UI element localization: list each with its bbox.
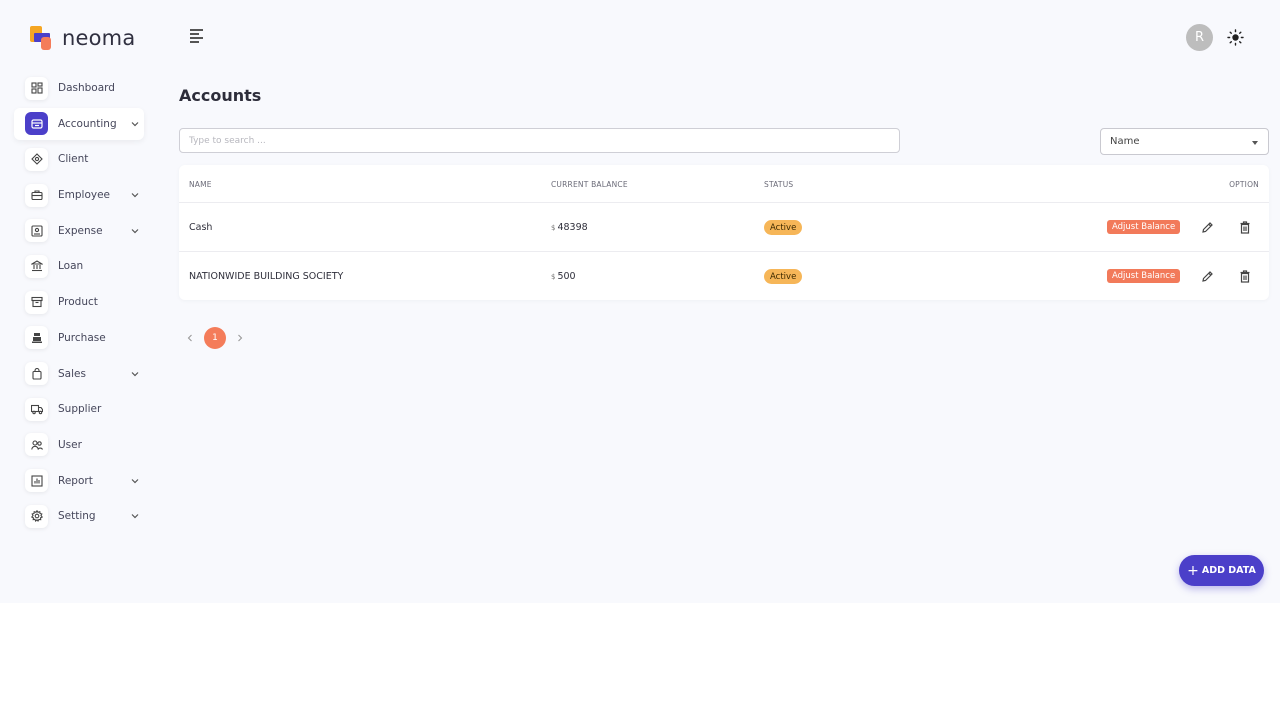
brand-logo[interactable]: neoma — [28, 25, 135, 51]
sidebar-item-purchase[interactable]: Purchase — [14, 322, 144, 354]
chevron-right-icon[interactable] — [229, 327, 251, 349]
trash-icon[interactable] — [1237, 268, 1253, 284]
adjust-balance-button[interactable]: Adjust Balance — [1107, 220, 1181, 234]
add-data-button[interactable]: + ADD DATA — [1179, 555, 1264, 586]
account-balance: $48398 — [551, 222, 588, 233]
sidebar-item-label: Purchase — [58, 331, 106, 344]
app-shell: neoma R Dashboard Accounting Client Empl… — [0, 0, 1280, 603]
menu-toggle-icon[interactable] — [190, 29, 208, 45]
logo-icon — [28, 25, 54, 51]
accounts-table: NAME CURRENT BALANCE STATUS OPTION Cash … — [179, 165, 1269, 300]
edit-icon[interactable] — [1199, 268, 1215, 284]
column-header-option: OPTION — [1229, 180, 1259, 189]
search-input[interactable] — [179, 128, 900, 153]
column-header-name: NAME — [189, 180, 212, 189]
sidebar-item-label: Product — [58, 296, 98, 309]
caret-down-icon — [1252, 141, 1258, 145]
register-icon — [25, 326, 48, 350]
users-icon — [25, 433, 48, 457]
sidebar-item-user[interactable]: User — [14, 429, 144, 461]
table-row[interactable]: NATIONWIDE BUILDING SOCIETY $500 Active … — [179, 251, 1269, 300]
sidebar-item-dashboard[interactable]: Dashboard — [14, 72, 144, 104]
chevron-down-icon — [131, 228, 139, 234]
sidebar-item-label: Setting — [58, 510, 96, 523]
column-header-balance: CURRENT BALANCE — [551, 180, 628, 189]
account-name: NATIONWIDE BUILDING SOCIETY — [189, 271, 344, 282]
bank-icon — [25, 254, 48, 278]
sidebar-item-label: Report — [58, 474, 93, 487]
truck-icon — [25, 397, 48, 421]
sort-select-value: Name — [1110, 136, 1140, 147]
status-badge: Active — [764, 269, 803, 284]
trash-icon[interactable] — [1237, 219, 1253, 235]
sidebar-item-label: Accounting — [58, 117, 117, 130]
edit-icon[interactable] — [1199, 219, 1215, 235]
sidebar-item-expense[interactable]: Expense — [14, 215, 144, 247]
client-icon — [25, 147, 48, 171]
sidebar-item-sales[interactable]: Sales — [14, 358, 144, 390]
briefcase-icon — [25, 183, 48, 207]
account-name: Cash — [189, 222, 213, 233]
wallet-icon — [25, 112, 48, 136]
report-icon — [25, 469, 48, 493]
page-title: Accounts — [179, 86, 262, 105]
status-badge: Active — [764, 220, 803, 235]
add-data-label: ADD DATA — [1201, 565, 1256, 576]
sidebar-item-loan[interactable]: Loan — [14, 250, 144, 282]
sidebar-item-supplier[interactable]: Supplier — [14, 393, 144, 425]
table-row[interactable]: Cash $48398 Active Adjust Balance — [179, 202, 1269, 251]
sidebar-item-accounting[interactable]: Accounting — [14, 107, 144, 140]
expense-icon — [25, 219, 48, 243]
sidebar-item-label: Employee — [58, 189, 111, 202]
sidebar: Dashboard Accounting Client Employee Exp… — [14, 72, 144, 536]
sidebar-item-employee[interactable]: Employee — [14, 179, 144, 211]
chevron-left-icon[interactable] — [179, 327, 201, 349]
page-number-current[interactable]: 1 — [204, 327, 226, 349]
sidebar-item-label: User — [58, 438, 82, 451]
sidebar-item-label: Supplier — [58, 403, 102, 416]
archive-icon — [25, 290, 48, 314]
chevron-down-icon — [131, 121, 139, 127]
chevron-down-icon — [131, 478, 139, 483]
sidebar-item-setting[interactable]: Setting — [14, 500, 144, 532]
account-balance: $500 — [551, 271, 576, 282]
pagination: 1 — [179, 327, 251, 349]
sidebar-item-label: Loan — [58, 260, 84, 273]
sidebar-item-product[interactable]: Product — [14, 286, 144, 318]
dashboard-icon — [25, 76, 48, 100]
avatar[interactable]: R — [1186, 24, 1213, 51]
sort-select[interactable]: Name — [1100, 128, 1269, 155]
currency-symbol: $ — [551, 273, 556, 281]
chevron-down-icon — [131, 514, 139, 519]
sidebar-item-label: Expense — [58, 224, 103, 237]
currency-symbol: $ — [551, 224, 556, 232]
balance-value: 500 — [557, 271, 576, 282]
brand-name: neoma — [62, 26, 136, 50]
sidebar-item-report[interactable]: Report — [14, 465, 144, 497]
sidebar-item-label: Sales — [58, 367, 86, 380]
sun-icon[interactable] — [1227, 29, 1244, 46]
sidebar-item-label: Dashboard — [58, 82, 115, 94]
gear-icon — [25, 504, 48, 528]
adjust-balance-button[interactable]: Adjust Balance — [1107, 269, 1181, 283]
column-header-status: STATUS — [764, 180, 794, 189]
sidebar-item-client[interactable]: Client — [14, 143, 144, 175]
chevron-down-icon — [131, 193, 139, 198]
balance-value: 48398 — [557, 222, 588, 233]
sidebar-item-label: Client — [58, 153, 89, 166]
plus-icon: + — [1187, 562, 1199, 579]
shopping-bag-icon — [25, 362, 48, 385]
chevron-down-icon — [131, 371, 139, 376]
